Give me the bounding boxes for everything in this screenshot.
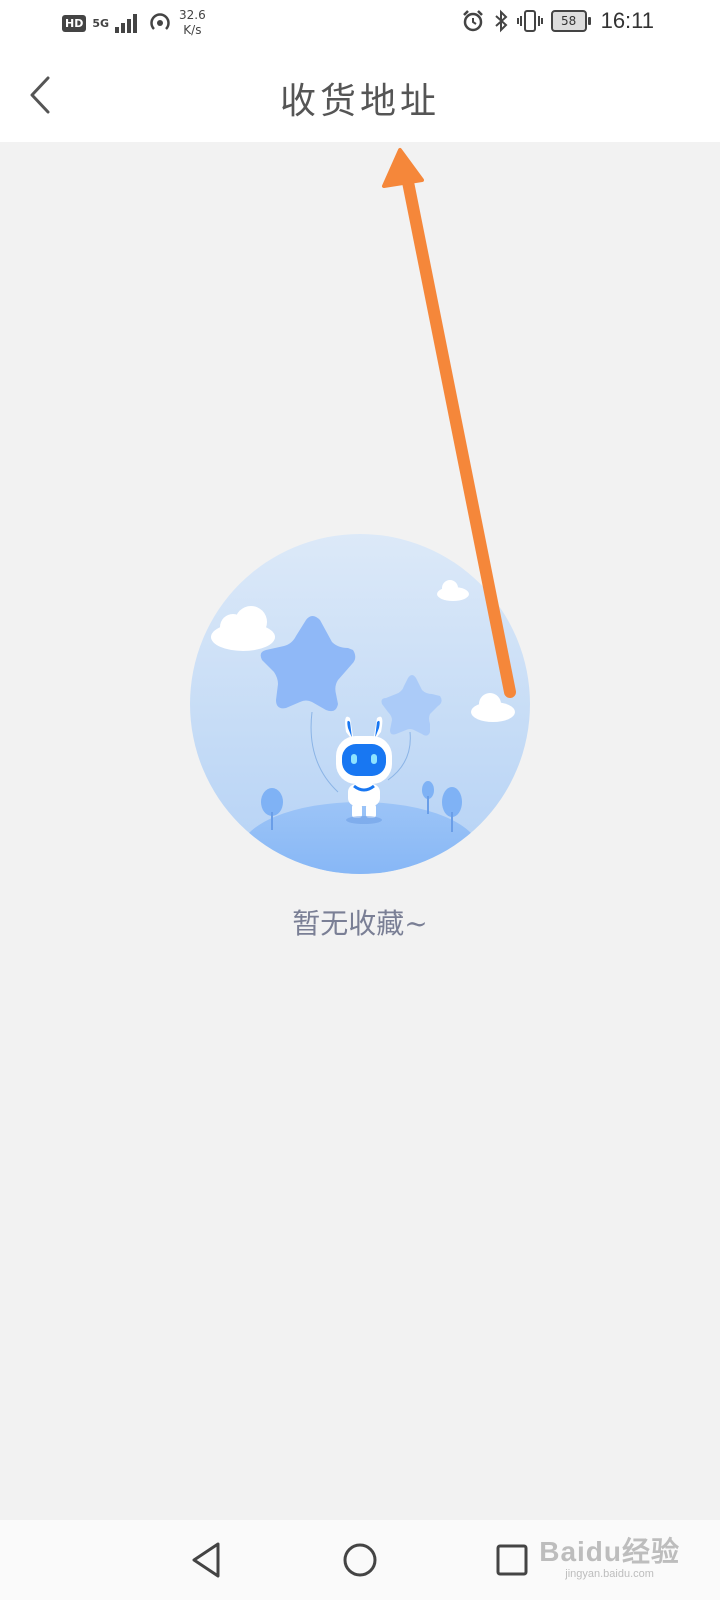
status-left: HD 5G 32.6 K/s <box>62 8 206 38</box>
hotspot-icon <box>150 13 170 30</box>
back-triangle-icon <box>192 1542 220 1578</box>
robot-with-balloons-illustration <box>190 534 530 874</box>
status-right: 58 16:11 <box>461 8 654 34</box>
nav-recents-button[interactable] <box>490 1538 534 1582</box>
empty-state-message: 暂无收藏~ <box>292 907 428 940</box>
watermark: Baidu经验 jingyan.baidu.com <box>539 1530 680 1580</box>
network-type: 5G <box>92 16 110 30</box>
status-time: 16:11 <box>600 8 654 33</box>
hd-badge: HD <box>62 14 87 32</box>
network-speed: 32.6 K/s <box>179 8 206 37</box>
status-bar: HD 5G 32.6 K/s 58 16:11 <box>0 0 720 48</box>
app-header: 收货地址 <box>0 48 720 142</box>
nav-home-button[interactable] <box>338 1538 382 1582</box>
alarm-icon <box>462 10 483 32</box>
nav-back-button[interactable] <box>186 1538 230 1582</box>
battery-level: 58 <box>560 14 577 28</box>
signal-icon <box>115 14 138 33</box>
recents-square-icon <box>496 1544 528 1576</box>
system-nav-bar: Baidu经验 jingyan.baidu.com <box>0 1520 720 1600</box>
battery-icon: 58 <box>550 10 591 32</box>
vibrate-icon <box>516 10 543 32</box>
watermark-main: Baidu经验 <box>539 1536 680 1567</box>
content-area: 暂无收藏~ <box>0 142 720 1520</box>
home-circle-icon <box>343 1543 377 1577</box>
page-title: 收货地址 <box>279 81 440 122</box>
bluetooth-icon <box>494 9 508 33</box>
